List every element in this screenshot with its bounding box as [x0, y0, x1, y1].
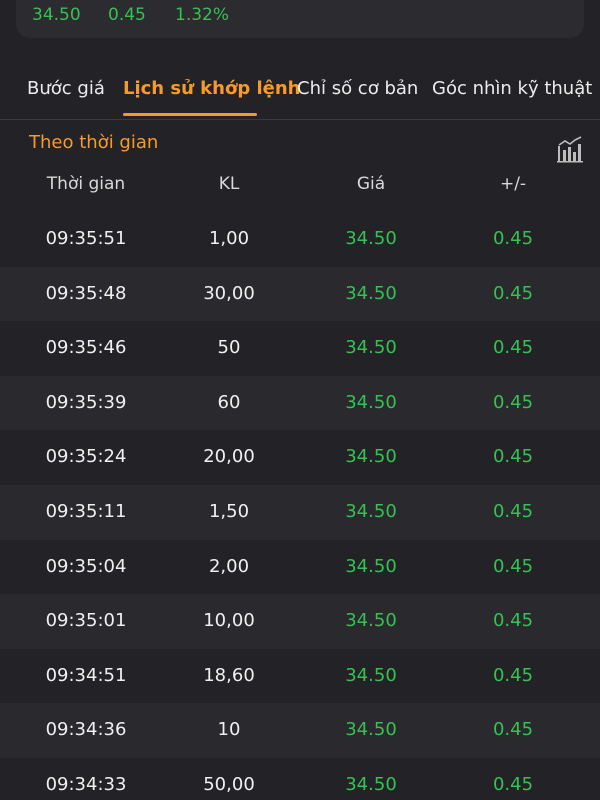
row-volume: 1,00 — [208, 228, 250, 249]
tab-price-steps[interactable]: Bước giá — [27, 78, 105, 99]
row-change: 0.45 — [492, 500, 534, 522]
row-volume: 20,00 — [203, 446, 255, 468]
row-time: 09:35:48 — [45, 282, 127, 304]
row-time: 09:35:39 — [45, 391, 127, 413]
section-title: Theo thời gian — [29, 132, 159, 153]
row-volume: 50 — [217, 337, 241, 359]
row-price: 34.50 — [345, 610, 397, 632]
header-volume: KL — [218, 174, 240, 194]
row-price: 34.50 — [345, 500, 397, 522]
table-row: 09:34:33 50,00 34.50 0.45 — [0, 758, 600, 800]
app-root: 34.50 0.45 1.32% Bước giá Lịch sử khớp l… — [0, 0, 600, 800]
table-row: 09:35:51 1,00 34.50 0.45 — [0, 212, 600, 267]
row-price: 34.50 — [345, 228, 397, 249]
table-row: 09:35:24 20,00 34.50 0.45 — [0, 430, 600, 485]
table-row: 09:35:48 30,00 34.50 0.45 — [0, 266, 600, 322]
row-change: 0.45 — [492, 391, 534, 413]
row-time: 09:35:51 — [45, 228, 127, 249]
tab-match-history[interactable]: Lịch sử khớp lệnh — [123, 78, 301, 99]
header-price: Giá — [356, 174, 386, 194]
price-change-percent: 1.32% — [175, 5, 230, 25]
row-volume: 1,50 — [208, 500, 250, 522]
tab-fundamentals[interactable]: Chỉ số cơ bản — [297, 78, 418, 99]
row-volume: 60 — [217, 391, 241, 413]
table-row: 09:34:51 18,60 34.50 0.45 — [0, 649, 600, 704]
price-summary-card: 34.50 0.45 1.32% — [16, 0, 584, 38]
row-price: 34.50 — [345, 446, 397, 468]
row-time: 09:35:46 — [45, 337, 127, 359]
row-time: 09:34:36 — [45, 719, 127, 741]
row-price: 34.50 — [345, 391, 397, 413]
row-price: 34.50 — [345, 555, 397, 577]
tab-technical-view[interactable]: Góc nhìn kỹ thuật — [432, 78, 592, 99]
table-row: 09:35:11 1,50 34.50 0.45 — [0, 484, 600, 540]
row-time: 09:34:51 — [45, 664, 127, 686]
row-change: 0.45 — [492, 337, 534, 359]
row-volume: 50,00 — [203, 773, 255, 795]
last-price: 34.50 — [32, 5, 81, 25]
row-price: 34.50 — [345, 337, 397, 359]
row-price: 34.50 — [345, 773, 397, 795]
row-volume: 2,00 — [208, 555, 250, 577]
row-price: 34.50 — [345, 282, 397, 304]
active-tab-indicator — [123, 113, 257, 116]
table-header: Thời gian KL Giá +/- — [0, 170, 600, 200]
row-change: 0.45 — [492, 228, 534, 249]
tab-bar: Bước giá Lịch sử khớp lệnh Chỉ số cơ bản… — [0, 68, 600, 116]
header-time: Thời gian — [46, 174, 126, 194]
row-time: 09:35:24 — [45, 446, 127, 468]
bar-chart-icon[interactable] — [556, 136, 584, 164]
table-row: 09:35:46 50 34.50 0.45 — [0, 321, 600, 376]
row-volume: 10,00 — [203, 610, 255, 632]
row-change: 0.45 — [492, 610, 534, 632]
row-time: 09:35:11 — [45, 500, 127, 522]
row-time: 09:35:04 — [45, 555, 127, 577]
row-change: 0.45 — [492, 773, 534, 795]
row-volume: 18,60 — [203, 664, 255, 686]
row-change: 0.45 — [492, 446, 534, 468]
row-volume: 10 — [217, 719, 241, 741]
table-row: 09:35:39 60 34.50 0.45 — [0, 375, 600, 431]
row-time: 09:35:01 — [45, 610, 127, 632]
table-row: 09:35:01 10,00 34.50 0.45 — [0, 594, 600, 649]
trade-history-list: 09:35:51 1,00 34.50 0.45 09:35:48 30,00 … — [0, 212, 600, 800]
tab-divider — [0, 119, 600, 120]
row-price: 34.50 — [345, 719, 397, 741]
row-change: 0.45 — [492, 664, 534, 686]
row-time: 09:34:33 — [45, 773, 127, 795]
table-row: 09:35:04 2,00 34.50 0.45 — [0, 540, 600, 595]
header-change: +/- — [499, 174, 527, 194]
row-volume: 30,00 — [203, 282, 255, 304]
row-change: 0.45 — [492, 555, 534, 577]
row-change: 0.45 — [492, 719, 534, 741]
price-change: 0.45 — [108, 5, 146, 25]
row-change: 0.45 — [492, 282, 534, 304]
row-price: 34.50 — [345, 664, 397, 686]
table-row: 09:34:36 10 34.50 0.45 — [0, 703, 600, 758]
